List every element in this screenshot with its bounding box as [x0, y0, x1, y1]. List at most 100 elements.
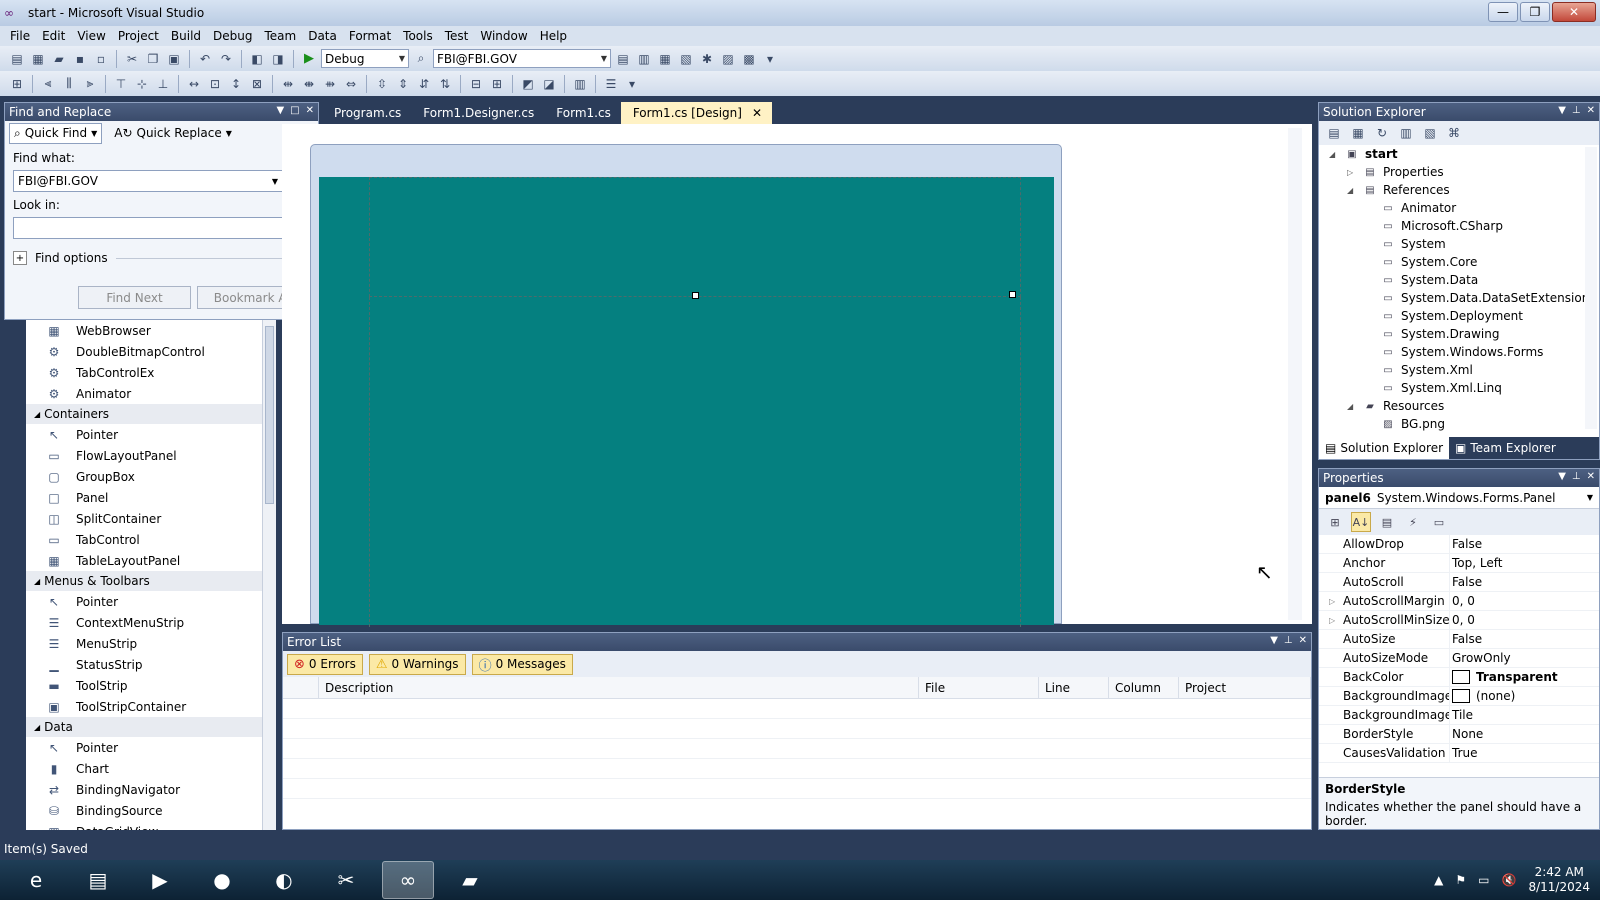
panel6-selected[interactable]	[369, 177, 1021, 299]
form-designer[interactable]	[282, 124, 1312, 627]
designer-scrollbar[interactable]	[1288, 128, 1302, 620]
paste-icon[interactable]: ▣	[165, 50, 183, 68]
tree-node-system[interactable]: ▭ System	[1319, 235, 1599, 253]
toolbox-item-statusstrip[interactable]: ▁ StatusStrip	[26, 654, 275, 675]
minimize-button[interactable]: —	[1488, 2, 1518, 22]
network-icon[interactable]: ▭	[1478, 873, 1489, 887]
toolbox-item-bindingsource[interactable]: ⛁ BindingSource	[26, 800, 275, 821]
look-in-dropdown[interactable]: ▼	[13, 217, 305, 239]
size-to-grid-icon[interactable]: ⊡	[206, 75, 224, 93]
horizontal-spacing-equal-icon[interactable]: ⇹	[279, 75, 297, 93]
tree-node-system-core[interactable]: ▭ System.Core	[1319, 253, 1599, 271]
properties-window-icon[interactable]: ▥	[635, 50, 653, 68]
menu-item-view[interactable]: View	[71, 29, 111, 43]
expand-toggle-icon[interactable]: ◢	[1347, 402, 1357, 411]
property-row-autosizemode[interactable]: AutoSizeMode GrowOnly	[1319, 649, 1599, 668]
tab-order-icon[interactable]: ☰	[602, 75, 620, 93]
tab-solution-explorer[interactable]: ▤ Solution Explorer	[1319, 437, 1450, 459]
toolbox-scrollbar[interactable]	[262, 320, 276, 830]
tree-node-animator[interactable]: ▭ Animator	[1319, 199, 1599, 217]
form1-client-area[interactable]	[319, 177, 1054, 627]
toolbox-item-pointer[interactable]: ↖ Pointer	[26, 591, 275, 612]
toolbar-options-icon[interactable]: ▾	[761, 50, 779, 68]
close-icon[interactable]: ✕	[1299, 635, 1307, 646]
decrease-vertical-spacing-icon[interactable]: ⇵	[415, 75, 433, 93]
pin-icon[interactable]: ⊥	[1572, 471, 1581, 482]
menu-item-format[interactable]: Format	[343, 29, 397, 43]
toolbox-item-toolstripcontainer[interactable]: ▣ ToolStripContainer	[26, 696, 275, 717]
find-in-files-icon[interactable]: ⌕	[412, 50, 430, 68]
column-header[interactable]	[283, 677, 319, 698]
navigate-backward-icon[interactable]: ◧	[248, 50, 266, 68]
property-pages-icon[interactable]: ▭	[1429, 512, 1449, 532]
start-debugging-icon[interactable]: ▶	[300, 50, 318, 68]
toolbox-item-splitcontainer[interactable]: ◫ SplitContainer	[26, 508, 275, 529]
toolbox-item-panel[interactable]: □ Panel	[26, 487, 275, 508]
toolbox-item-datagridview[interactable]: ▦DataGridView	[26, 821, 275, 831]
bring-to-front-icon[interactable]: ◩	[519, 75, 537, 93]
toolbox-item-contextmenustrip[interactable]: ☰ ContextMenuStrip	[26, 612, 275, 633]
notepad-icon[interactable]: ▰	[444, 861, 496, 899]
remove-horizontal-spacing-icon[interactable]: ⇔	[342, 75, 360, 93]
find-options-label[interactable]: Find options	[35, 251, 108, 265]
property-row-backcolor[interactable]: BackColor Transparent	[1319, 668, 1599, 687]
find-combo[interactable]: FBI@FBI.GOV ▼	[433, 49, 611, 68]
make-same-height-icon[interactable]: ↕	[227, 75, 245, 93]
tree-node-bg-png[interactable]: ▨ BG.png	[1319, 415, 1599, 433]
restore-button[interactable]: ❐	[1520, 2, 1550, 22]
expand-toggle-icon[interactable]: ◢	[1329, 150, 1339, 159]
expand-toggle-icon[interactable]: ◢	[1347, 186, 1357, 195]
remove-vertical-spacing-icon[interactable]: ⇅	[436, 75, 454, 93]
align-rights-icon[interactable]: ⫸	[81, 75, 99, 93]
lock-controls-icon[interactable]: ▥	[571, 75, 589, 93]
toolbox-item-doublebitmapcontrol[interactable]: ⚙ DoubleBitmapControl	[26, 341, 275, 362]
menu-item-edit[interactable]: Edit	[36, 29, 71, 43]
internet-explorer-icon[interactable]: e	[10, 861, 62, 899]
toolbox-item-tabcontrolex[interactable]: ⚙ TabControlEx	[26, 362, 275, 383]
snipping-tool-icon[interactable]: ✂	[320, 861, 372, 899]
undo-icon[interactable]: ↶	[196, 50, 214, 68]
column-header-column[interactable]: Column	[1109, 677, 1179, 698]
property-row-backgroundimagelayout[interactable]: BackgroundImageLayoutTile	[1319, 706, 1599, 725]
window-position-icon[interactable]: ▼	[1270, 635, 1278, 646]
align-bottoms-icon[interactable]: ⊥	[154, 75, 172, 93]
refresh-icon[interactable]: ↻	[1373, 124, 1391, 142]
vertical-spacing-equal-icon[interactable]: ⇳	[373, 75, 391, 93]
save-all-icon[interactable]: ▫	[92, 50, 110, 68]
quick-find-button[interactable]: ⌕ Quick Find ▼	[9, 122, 103, 144]
align-tops-icon[interactable]: ⊤	[112, 75, 130, 93]
solution-configuration-dropdown[interactable]: Debug ▼	[321, 49, 409, 68]
property-row-borderstyle[interactable]: BorderStyle None	[1319, 725, 1599, 744]
menu-item-team[interactable]: Team	[258, 29, 302, 43]
column-header-file[interactable]: File	[919, 677, 1039, 698]
media-player-icon[interactable]: ▶	[134, 861, 186, 899]
object-selector-dropdown[interactable]: panel6 System.Windows.Forms.Panel ▼	[1319, 487, 1599, 509]
toolbox-category-data[interactable]: ◢ Data	[26, 717, 275, 737]
show-all-files-icon[interactable]: ▦	[1349, 124, 1367, 142]
tab-form1-cs-design[interactable]: Form1.cs [Design] ✕	[620, 102, 773, 124]
alphabetical-icon[interactable]: A↓	[1351, 512, 1371, 532]
toolbox-item-chart[interactable]: ▮ Chart	[26, 758, 275, 779]
increase-horizontal-spacing-icon[interactable]: ⇼	[300, 75, 318, 93]
expand-icon[interactable]: ▷	[1329, 616, 1335, 625]
cut-icon[interactable]: ✂	[123, 50, 141, 68]
toolbox-item-toolstrip[interactable]: ▬ ToolStrip	[26, 675, 275, 696]
firefox-icon[interactable]: ●	[196, 861, 248, 899]
column-header-project[interactable]: Project	[1179, 677, 1311, 698]
visual-studio-icon[interactable]: ∞	[382, 861, 434, 899]
close-icon[interactable]: ✕	[1587, 105, 1595, 116]
warnings-filter-button[interactable]: ⚠ 0 Warnings	[368, 653, 466, 675]
copy-icon[interactable]: ❐	[144, 50, 162, 68]
toolbox-item-tabcontrol[interactable]: ▭ TabControl	[26, 529, 275, 550]
clock[interactable]: 2:42 AM 8/11/2024	[1528, 865, 1590, 895]
solution-explorer-scrollbar[interactable]	[1585, 147, 1597, 429]
tab-team-explorer[interactable]: ▣ Team Explorer	[1449, 437, 1562, 459]
tree-node-system-data-datasetextensions[interactable]: ▭ System.Data.DataSetExtensions	[1319, 289, 1599, 307]
save-icon[interactable]: ▪	[71, 50, 89, 68]
tree-node-references[interactable]: ◢ ▤ References	[1319, 181, 1599, 199]
volume-muted-icon[interactable]: 🔇	[1502, 873, 1517, 887]
new-project-icon[interactable]: ▤	[8, 50, 26, 68]
tree-node-system-windows-forms[interactable]: ▭ System.Windows.Forms	[1319, 343, 1599, 361]
property-row-causesvalidation[interactable]: CausesValidation True	[1319, 744, 1599, 763]
show-hidden-icons-icon[interactable]: ▲	[1434, 873, 1443, 887]
